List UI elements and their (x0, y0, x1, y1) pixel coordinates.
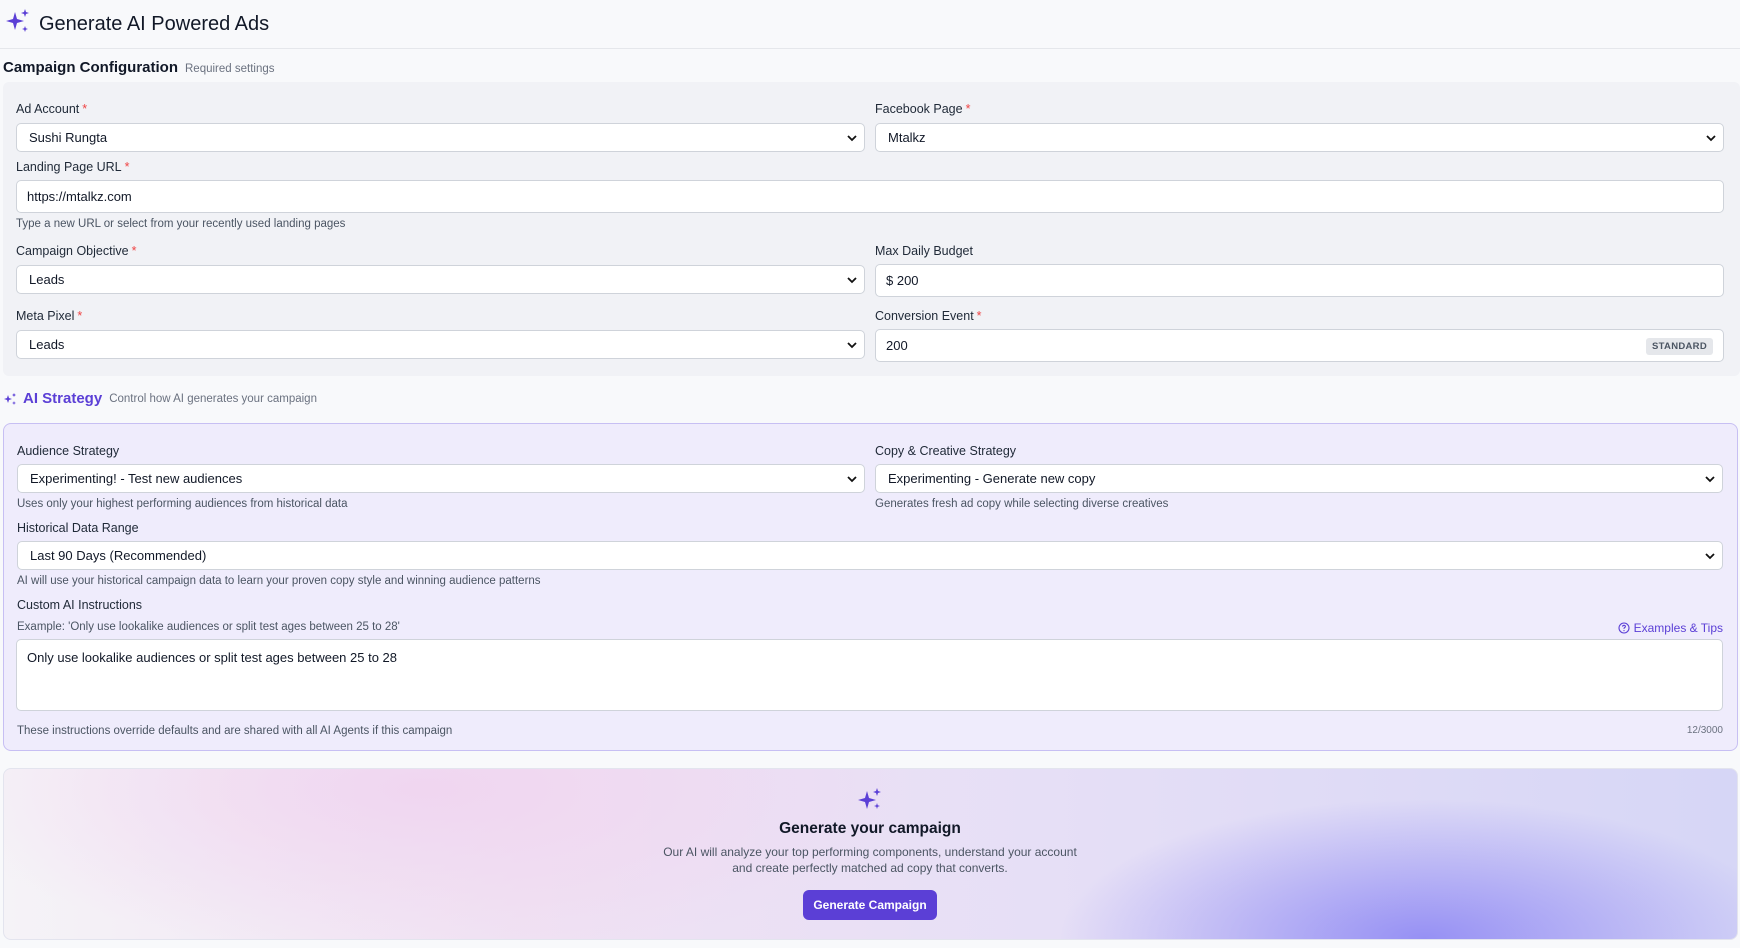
generate-description: Our AI will analyze your top performing … (663, 845, 1077, 875)
objective-value: Leads (29, 272, 65, 287)
sparkles-icon (3, 392, 17, 406)
copy-strategy-value: Experimenting - Generate new copy (888, 471, 1096, 486)
pixel-label: Meta Pixel * (16, 309, 83, 323)
copy-strategy-help: Generates fresh ad copy while selecting … (875, 498, 1169, 510)
ad-account-value: Sushi Rungta (29, 130, 108, 145)
ad-account-select[interactable]: Sushi Rungta (16, 123, 865, 152)
campaign-config-title: Campaign Configuration (3, 59, 178, 76)
sparkles-icon (4, 8, 32, 41)
ai-strategy-title: AI Strategy (23, 390, 103, 407)
objective-label: Campaign Objective * (16, 244, 137, 258)
copy-strategy-label: Copy & Creative Strategy (875, 444, 1017, 458)
landing-page-label: Landing Page URL * (16, 160, 130, 174)
custom-instructions-example: Example: 'Only use lookalike audiences o… (17, 621, 400, 633)
chevron-down-icon (847, 135, 857, 142)
custom-instructions-value: Only use lookalike audiences or split te… (27, 650, 398, 665)
budget-input[interactable]: $ 200 (875, 264, 1724, 297)
page-header: Generate AI Powered Ads (0, 0, 1740, 49)
budget-label: Max Daily Budget (875, 244, 973, 258)
chevron-down-icon (847, 476, 857, 483)
conversion-value: 200 (886, 338, 908, 353)
history-value: Last 90 Days (Recommended) (30, 548, 207, 563)
help-circle-icon (1618, 622, 1630, 634)
ai-strategy-heading: AI Strategy Control how AI generates you… (3, 390, 317, 407)
custom-instructions-label: Custom AI Instructions (17, 598, 143, 612)
conversion-input[interactable]: 200 STANDARD (875, 329, 1724, 362)
copy-strategy-select[interactable]: Experimenting - Generate new copy (875, 464, 1723, 493)
campaign-config-subtitle: Required settings (185, 63, 275, 75)
history-help: AI will use your historical campaign dat… (17, 575, 541, 587)
audience-select[interactable]: Experimenting! - Test new audiences (17, 464, 865, 493)
history-label: Historical Data Range (17, 521, 139, 535)
landing-page-input[interactable]: https://mtalkz.com (16, 180, 1724, 213)
chevron-down-icon (847, 277, 857, 284)
custom-instructions-textarea[interactable]: Only use lookalike audiences or split te… (16, 639, 1723, 711)
chevron-down-icon (1705, 553, 1715, 560)
pixel-select[interactable]: Leads (16, 330, 865, 359)
sparkles-icon (858, 788, 881, 809)
examples-tips-label: Examples & Tips (1633, 621, 1723, 635)
char-count: 12/3000 (1686, 725, 1723, 736)
ad-account-label: Ad Account * (16, 102, 88, 116)
landing-page-value: https://mtalkz.com (27, 189, 132, 204)
facebook-page-label: Facebook Page * (875, 102, 971, 116)
landing-page-help: Type a new URL or select from your recen… (16, 218, 346, 230)
ai-strategy-subtitle: Control how AI generates your campaign (109, 392, 317, 405)
audience-value: Experimenting! - Test new audiences (30, 471, 243, 486)
chevron-down-icon (847, 342, 857, 349)
page-title: Generate AI Powered Ads (39, 12, 270, 35)
campaign-config-heading: Campaign Configuration Required settings (3, 59, 275, 76)
examples-tips-link[interactable]: Examples & Tips (1618, 621, 1723, 635)
conversion-label: Conversion Event * (875, 309, 982, 323)
chevron-down-icon (1705, 476, 1715, 483)
generate-title: Generate your campaign (779, 820, 961, 837)
objective-select[interactable]: Leads (16, 265, 865, 294)
standard-badge: STANDARD (1646, 338, 1713, 355)
facebook-page-select[interactable]: Mtalkz (875, 123, 1724, 152)
budget-value: $ 200 (886, 273, 919, 288)
audience-help: Uses only your highest performing audien… (17, 498, 348, 510)
custom-instructions-footer: These instructions override defaults and… (17, 725, 453, 737)
audience-label: Audience Strategy (17, 444, 120, 458)
facebook-page-value: Mtalkz (888, 130, 926, 145)
history-select[interactable]: Last 90 Days (Recommended) (17, 541, 1723, 570)
generate-campaign-button[interactable]: Generate Campaign (803, 890, 937, 920)
pixel-value: Leads (29, 337, 65, 352)
chevron-down-icon (1706, 135, 1716, 142)
